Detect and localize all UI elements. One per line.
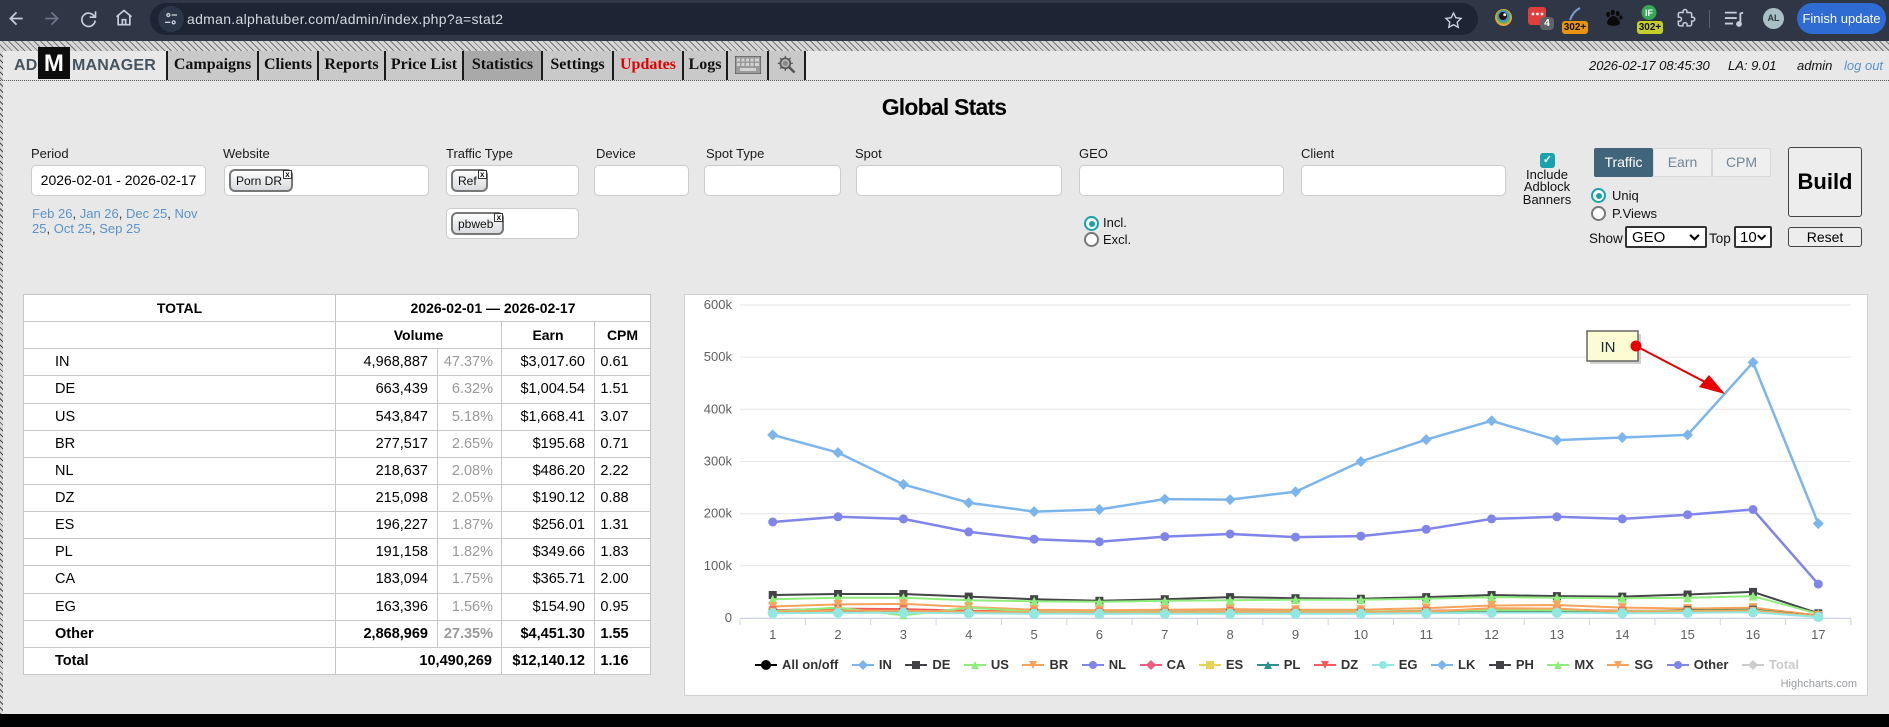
- svg-text:8: 8: [1226, 627, 1233, 642]
- svg-text:12: 12: [1484, 627, 1498, 642]
- svg-text:16: 16: [1746, 627, 1760, 642]
- svg-text:IF: IF: [1645, 8, 1654, 18]
- svg-text:15: 15: [1680, 627, 1694, 642]
- svg-text:9: 9: [1292, 627, 1299, 642]
- svg-text:10: 10: [1354, 627, 1368, 642]
- svg-text:11: 11: [1419, 627, 1433, 642]
- svg-text:7: 7: [1161, 627, 1168, 642]
- svg-text:4: 4: [965, 627, 972, 642]
- svg-text:300k: 300k: [704, 454, 733, 469]
- svg-text:0: 0: [725, 610, 732, 625]
- svg-text:IN: IN: [1601, 339, 1616, 356]
- svg-text:1: 1: [769, 627, 776, 642]
- svg-text:13: 13: [1550, 627, 1564, 642]
- svg-text:5: 5: [1030, 627, 1037, 642]
- svg-text:6: 6: [1096, 627, 1103, 642]
- svg-text:2: 2: [834, 627, 841, 642]
- svg-text:14: 14: [1615, 627, 1629, 642]
- svg-text:400k: 400k: [704, 401, 733, 416]
- svg-text:100k: 100k: [704, 558, 733, 573]
- svg-text:200k: 200k: [704, 506, 733, 521]
- svg-text:500k: 500k: [704, 349, 733, 364]
- svg-text:17: 17: [1811, 627, 1825, 642]
- svg-text:600k: 600k: [704, 297, 733, 312]
- svg-text:3: 3: [900, 627, 907, 642]
